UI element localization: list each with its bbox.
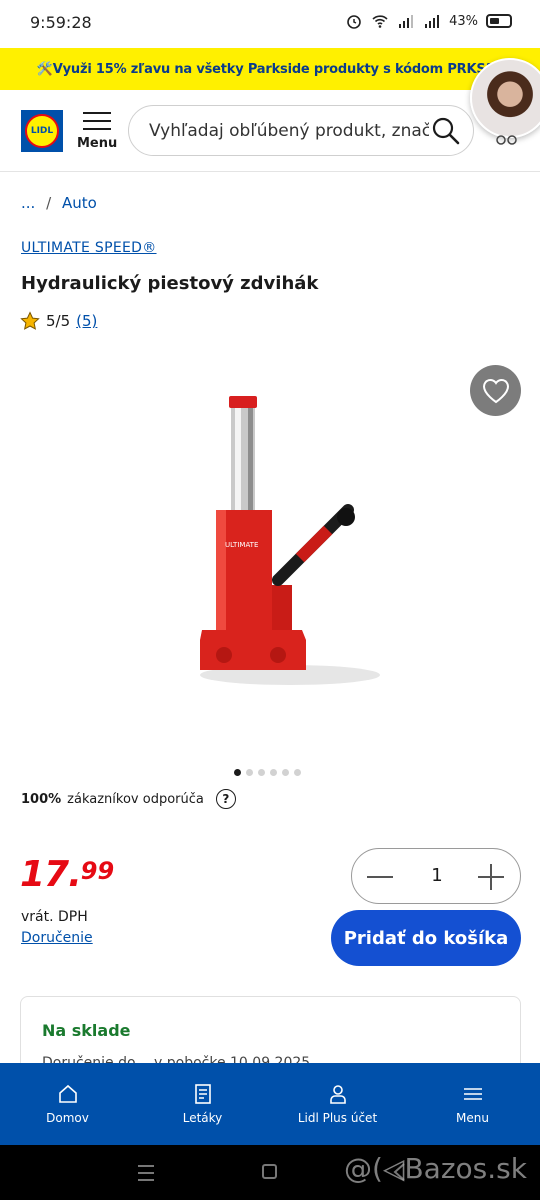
watermark: @(◁Bazos.sk	[344, 1152, 527, 1185]
add-to-cart-button[interactable]: Pridať do košíka	[331, 910, 521, 966]
delivery-link[interactable]: Doručenie	[21, 930, 93, 946]
cart-icon[interactable]	[495, 130, 519, 146]
price: 17.99	[20, 854, 114, 895]
gallery-dot[interactable]	[270, 769, 277, 776]
status-icons: 43%	[345, 12, 512, 30]
avatar[interactable]	[470, 58, 540, 138]
battery-percent: 43%	[449, 13, 478, 29]
breadcrumb-current[interactable]: Auto	[62, 194, 97, 212]
gallery-dot[interactable]	[246, 769, 253, 776]
nav-menu-label: Menu	[456, 1111, 489, 1125]
stock-status: Na sklade	[42, 1021, 131, 1040]
breadcrumb: ... / Auto	[21, 194, 97, 212]
heart-icon	[482, 378, 509, 403]
rating-value: 5/5	[46, 312, 71, 330]
menu-button[interactable]: Menu	[77, 110, 117, 158]
gallery-dots	[234, 769, 301, 776]
status-bar: 9:59:28 43%	[0, 0, 540, 48]
vat-text: vrát. DPH	[21, 909, 88, 925]
promo-banner[interactable]: 🛠️Využi 15% zľavu na všetky Parkside pro…	[0, 48, 540, 90]
gallery-dot[interactable]	[282, 769, 289, 776]
search-input[interactable]	[149, 106, 429, 155]
rating: 5/5 (5)	[20, 311, 97, 331]
help-icon[interactable]: ?	[215, 789, 236, 809]
promo-text: 🛠️Využi 15% zľavu na všetky Parkside pro…	[36, 61, 504, 77]
gallery-dot[interactable]	[234, 769, 241, 776]
jack-label: ULTIMATE	[225, 541, 258, 549]
signal-icon-2	[425, 15, 440, 28]
quantity-stepper: 1	[351, 848, 521, 904]
recommendation: 100% zákazníkov odporúča ?	[21, 789, 236, 809]
breadcrumb-ellipsis[interactable]: ...	[21, 194, 35, 212]
nav-flyers-label: Letáky	[182, 1111, 223, 1125]
bottom-nav: Domov Letáky Lidl Plus účet Menu	[0, 1063, 540, 1145]
quantity-value[interactable]: 1	[412, 865, 462, 886]
hamburger-icon	[77, 112, 117, 130]
breadcrumb-separator: /	[46, 194, 52, 212]
alarm-icon	[347, 15, 361, 29]
menu-icon	[463, 1088, 482, 1100]
battery-icon	[486, 14, 512, 28]
plus-icon[interactable]	[478, 864, 504, 890]
home-icon	[58, 1084, 77, 1103]
gallery-dot[interactable]	[258, 769, 265, 776]
product-title: Hydraulický piestový zdvihák	[21, 273, 319, 294]
recommend-text: zákazníkov odporúča	[67, 791, 204, 807]
nav-home[interactable]: Domov	[0, 1063, 135, 1145]
star-icon	[20, 311, 40, 330]
status-time: 9:59:28	[30, 13, 92, 32]
search-icon[interactable]	[431, 116, 461, 146]
price-decimal: 99	[80, 857, 115, 885]
wifi-icon	[372, 15, 388, 28]
nav-flyers[interactable]: Letáky	[135, 1063, 270, 1145]
header: LIDL Menu	[0, 90, 540, 172]
rating-count-link[interactable]: (5)	[76, 312, 97, 330]
nav-home-label: Domov	[46, 1111, 89, 1125]
product-image[interactable]: ULTIMATE	[180, 380, 380, 710]
recent-apps-icon[interactable]	[138, 1165, 154, 1181]
signal-icon	[399, 15, 414, 28]
lidl-logo[interactable]: LIDL	[21, 110, 63, 152]
minus-icon[interactable]	[367, 876, 393, 878]
favorite-button[interactable]	[470, 365, 521, 416]
logo-text: LIDL	[25, 114, 59, 148]
home-button-icon[interactable]	[262, 1164, 277, 1179]
flyer-icon	[194, 1084, 211, 1104]
menu-label: Menu	[77, 136, 118, 151]
recommend-percent: 100%	[21, 791, 62, 807]
price-main: 17.	[20, 854, 82, 895]
nav-menu[interactable]: Menu	[405, 1063, 540, 1145]
user-icon	[329, 1085, 346, 1104]
gallery-dot[interactable]	[294, 769, 301, 776]
search-bar[interactable]	[128, 105, 474, 156]
nav-account-label: Lidl Plus účet	[297, 1111, 378, 1125]
brand-link[interactable]: ULTIMATE SPEED®	[21, 240, 157, 256]
nav-account[interactable]: Lidl Plus účet	[270, 1063, 405, 1145]
